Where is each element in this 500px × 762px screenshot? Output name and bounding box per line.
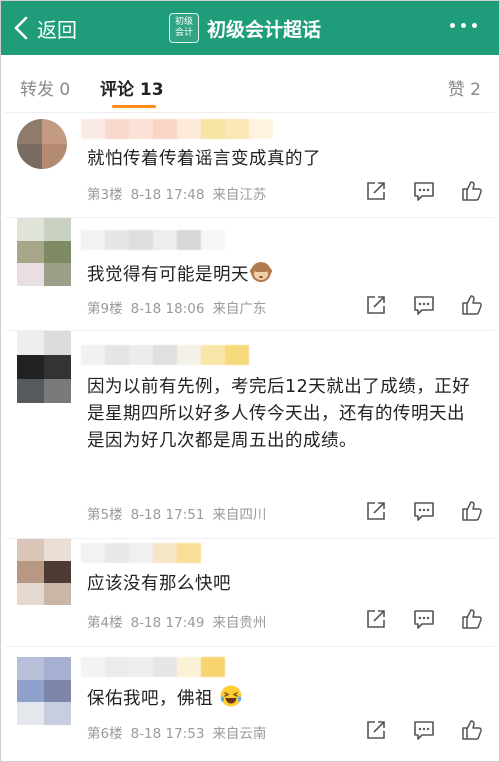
- username-blurred[interactable]: [81, 230, 225, 250]
- comment-location: 来自广东: [212, 301, 267, 317]
- reply-icon[interactable]: [413, 719, 435, 741]
- comment-meta: 第3楼 8-18 17:48 来自江苏: [87, 183, 274, 203]
- tab-comments[interactable]: 评论 13: [100, 75, 164, 100]
- share-icon[interactable]: [365, 180, 387, 202]
- like-icon[interactable]: [461, 294, 483, 316]
- comment-time: 8-18 17:53: [130, 726, 205, 742]
- topic-title-group: 初级 会计 初级会计超话: [169, 10, 321, 46]
- comment-text: 保佑我吧，佛祖: [87, 684, 472, 713]
- comment-meta: 第4楼 8-18 17:49 来自贵州: [87, 611, 274, 631]
- comment-text: 因为以前有先例，考完后12天就出了成绩，正好是星期四所以好多人传今天出，还有的传…: [87, 377, 471, 451]
- avatar[interactable]: [17, 218, 71, 286]
- back-label: 返回: [37, 17, 77, 42]
- floor-number: 第6楼: [87, 726, 123, 742]
- tab-repost[interactable]: 转发 0: [20, 75, 70, 100]
- reply-icon[interactable]: [413, 180, 435, 202]
- reply-icon[interactable]: [413, 608, 435, 630]
- top-bar: 返回 初级 会计 初级会计超话: [1, 1, 499, 55]
- laughing-emoji-icon: [220, 685, 242, 707]
- active-tab-indicator: [112, 105, 156, 108]
- floor-number: 第4楼: [87, 615, 123, 631]
- comment-item: 因为以前有先例，考完后12天就出了成绩，正好是星期四所以好多人传今天出，还有的传…: [5, 331, 495, 539]
- logo-line1: 初级: [174, 17, 193, 27]
- more-dots-icon[interactable]: [450, 23, 477, 28]
- share-icon[interactable]: [365, 294, 387, 316]
- avatar[interactable]: [17, 331, 71, 403]
- like-icon[interactable]: [461, 608, 483, 630]
- comments-panel: 转发 0 评论 13 赞 2 就怕传着传着谣言变成真的了 第3楼 8-18 17:…: [5, 59, 495, 759]
- chevron-left-icon: [14, 16, 28, 40]
- like-icon[interactable]: [461, 500, 483, 522]
- back-button[interactable]: 返回: [11, 11, 77, 45]
- username-blurred[interactable]: [81, 543, 201, 563]
- comment-time: 8-18 17:49: [130, 615, 205, 631]
- comment-item: 保佑我吧，佛祖 第6楼 8-18 17:53 来自云南: [5, 647, 495, 759]
- page-title: 初级会计超话: [207, 18, 322, 41]
- comment-location: 来自云南: [212, 726, 267, 742]
- comment-item: 应该没有那么快吧 第4楼 8-18 17:49 来自贵州: [5, 539, 495, 647]
- reply-icon[interactable]: [413, 294, 435, 316]
- comment-location: 来自江苏: [212, 187, 267, 203]
- like-icon[interactable]: [461, 719, 483, 741]
- comment-location: 来自贵州: [212, 615, 267, 631]
- reply-icon[interactable]: [413, 500, 435, 522]
- comment-meta: 第5楼 8-18 17:51 来自四川: [87, 503, 274, 523]
- comment-text: 我觉得有可能是明天: [87, 260, 472, 289]
- comment-item: 就怕传着传着谣言变成真的了 第3楼 8-18 17:48 来自江苏: [5, 113, 495, 218]
- tab-bar: 转发 0 评论 13 赞 2: [5, 59, 495, 113]
- avatar[interactable]: [17, 657, 71, 725]
- comment-time: 8-18 18:06: [130, 301, 205, 317]
- comment-meta: 第9楼 8-18 18:06 来自广东: [87, 297, 274, 317]
- share-icon[interactable]: [365, 719, 387, 741]
- share-icon[interactable]: [365, 500, 387, 522]
- comment-location: 来自四川: [212, 507, 267, 523]
- comment-text-body: 我觉得有可能是明天: [87, 265, 249, 285]
- username-blurred[interactable]: [81, 345, 249, 365]
- avatar[interactable]: [17, 539, 71, 605]
- floor-number: 第5楼: [87, 507, 123, 523]
- comment-meta: 第6楼 8-18 17:53 来自云南: [87, 722, 274, 742]
- comment-text: 就怕传着传着谣言变成真的了: [87, 149, 321, 169]
- tab-likes[interactable]: 赞 2: [448, 75, 481, 100]
- username-blurred[interactable]: [81, 657, 225, 677]
- comment-text-body: 保佑我吧，佛祖: [87, 689, 213, 709]
- comment-item: 我觉得有可能是明天 第9楼 8-18 18:06 来自广东: [5, 218, 495, 331]
- share-icon[interactable]: [365, 608, 387, 630]
- floor-number: 第9楼: [87, 301, 123, 317]
- topic-logo: 初级 会计: [169, 13, 199, 43]
- logo-line2: 会计: [174, 28, 193, 38]
- floor-number: 第3楼: [87, 187, 123, 203]
- like-icon[interactable]: [461, 180, 483, 202]
- avatar[interactable]: [17, 119, 67, 169]
- comment-text: 应该没有那么快吧: [87, 574, 231, 594]
- monkey-emoji-icon: [250, 262, 272, 282]
- comment-time: 8-18 17:51: [130, 507, 205, 523]
- username-blurred[interactable]: [81, 119, 273, 139]
- comment-time: 8-18 17:48: [130, 187, 205, 203]
